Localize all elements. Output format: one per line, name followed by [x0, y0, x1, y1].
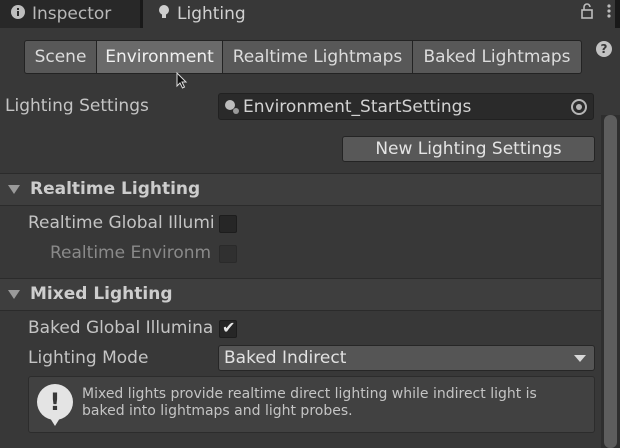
- baked-gi-label: Baked Global Illumina: [28, 318, 214, 338]
- lightbulb-icon: [157, 4, 171, 25]
- realtime-environment-label: Realtime Environm: [50, 243, 212, 263]
- scrollbar[interactable]: [601, 115, 620, 448]
- subtab-scene[interactable]: Scene: [24, 40, 97, 74]
- mixed-lighting-header[interactable]: Mixed Lighting: [0, 278, 601, 311]
- info-icon: [10, 4, 26, 25]
- new-lighting-settings-button[interactable]: New Lighting Settings: [342, 136, 595, 162]
- lighting-settings-value: Environment_StartSettings: [243, 96, 472, 117]
- checkmark-icon: ✔: [222, 318, 236, 337]
- lock-icon[interactable]: [580, 3, 594, 23]
- subtab-realtime-lightmaps[interactable]: Realtime Lightmaps: [222, 40, 413, 74]
- realtime-environment-checkbox: [219, 245, 237, 263]
- subtab-environment[interactable]: Environment: [96, 40, 223, 74]
- lighting-settings-asset-icon: [223, 98, 241, 116]
- realtime-lighting-header[interactable]: Realtime Lighting: [0, 173, 601, 206]
- kebab-menu-icon[interactable]: [606, 3, 612, 23]
- mixed-lighting-title: Mixed Lighting: [30, 284, 173, 304]
- foldout-arrow-icon: [8, 290, 20, 299]
- object-picker-icon[interactable]: [571, 99, 587, 115]
- lighting-settings-object-field[interactable]: Environment_StartSettings: [218, 93, 594, 120]
- lighting-mode-dropdown[interactable]: Baked Indirect: [218, 345, 595, 371]
- tab-lighting-label: Lighting: [177, 4, 246, 24]
- realtime-gi-label: Realtime Global Illumi: [28, 213, 215, 233]
- lighting-mode-value: Baked Indirect: [224, 348, 347, 368]
- baked-gi-checkbox[interactable]: ✔: [219, 318, 237, 338]
- window-tab-bar: Inspector Lighting: [0, 0, 620, 28]
- lighting-settings-label: Lighting Settings: [5, 96, 149, 116]
- scrollbar-thumb[interactable]: [604, 115, 617, 448]
- subtab-baked-lightmaps[interactable]: Baked Lightmaps: [412, 40, 582, 74]
- foldout-arrow-icon: [8, 185, 20, 194]
- realtime-gi-checkbox[interactable]: [219, 215, 237, 233]
- help-message: Mixed lights provide realtime direct lig…: [82, 386, 537, 419]
- mixed-lighting-help-box: ! Mixed lights provide realtime direct l…: [28, 376, 595, 433]
- lighting-subtabs: Scene Environment Realtime Lightmaps Bak…: [24, 40, 582, 74]
- mouse-cursor-icon: [176, 71, 188, 94]
- exclamation-icon: !: [37, 384, 73, 426]
- realtime-lighting-title: Realtime Lighting: [30, 179, 201, 199]
- chevron-down-icon: [574, 355, 586, 362]
- lighting-mode-label: Lighting Mode: [28, 348, 149, 368]
- tab-inspector-label: Inspector: [32, 4, 112, 24]
- tab-lighting[interactable]: Lighting: [143, 0, 615, 28]
- help-icon[interactable]: ?: [596, 41, 612, 57]
- tab-inspector[interactable]: Inspector: [0, 0, 140, 28]
